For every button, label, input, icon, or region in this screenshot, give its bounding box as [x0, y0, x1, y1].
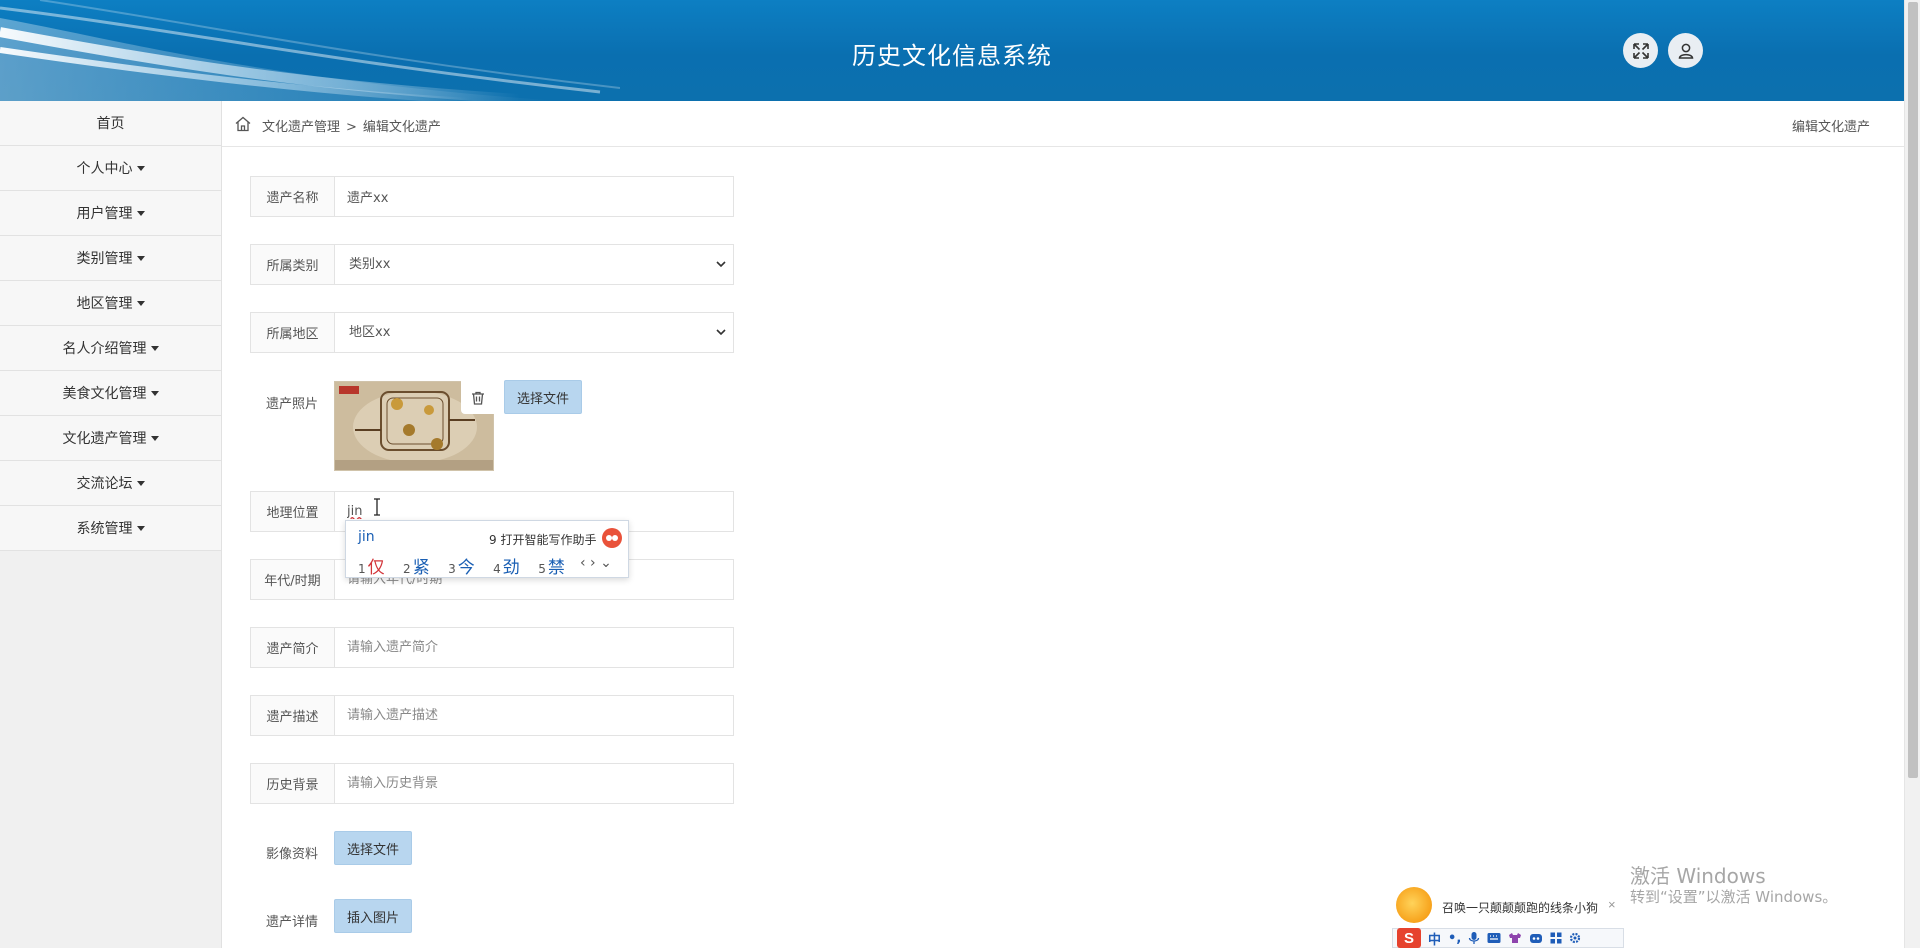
sidebar-item-users[interactable]: 用户管理 [0, 191, 221, 236]
ime-tip-bubble: 召唤一只颠颠颠跑的线条小狗 × [1390, 883, 1620, 931]
ime-mode-toggle[interactable]: 中 [1428, 929, 1441, 948]
field-category: 所属类别 类别xx [250, 244, 734, 285]
sidebar-item-food-culture[interactable]: 美食文化管理 [0, 371, 221, 416]
insert-image-button[interactable]: 插入图片 [334, 899, 413, 933]
keyboard-icon[interactable] [1487, 932, 1501, 944]
ime-candidate[interactable]: 4劲 [493, 558, 520, 578]
ime-candidate[interactable]: 5禁 [538, 558, 565, 578]
assistant-icon[interactable] [602, 528, 622, 548]
choose-media-button[interactable]: 选择文件 [334, 831, 413, 865]
delete-photo-button[interactable] [461, 381, 494, 414]
caret-down-icon [150, 390, 159, 396]
ime-composition: jin [358, 529, 375, 545]
field-region: 所属地区 地区xx [250, 312, 734, 353]
field-label: 所属类别 [251, 245, 335, 284]
ime-candidate[interactable]: 2紧 [403, 558, 430, 578]
sogou-logo-icon[interactable]: S [1397, 928, 1421, 948]
field-label: 遗产名称 [251, 177, 335, 216]
windows-activation-subtitle: 转到“设置”以激活 Windows。 [1630, 888, 1838, 906]
field-label: 地理位置 [251, 492, 335, 531]
breadcrumb-separator: > [346, 120, 357, 135]
trash-icon [471, 391, 484, 405]
field-intro: 遗产简介 [250, 627, 734, 668]
scrollbar-thumb[interactable] [1908, 2, 1918, 778]
caret-down-icon [136, 255, 145, 261]
ime-candidate[interactable]: 1仅 [358, 558, 385, 578]
settings-gear-icon[interactable] [1569, 932, 1581, 944]
ime-writing-assistant[interactable]: 9 打开智能写作助手 [489, 531, 596, 548]
expand-arrows-icon [1632, 42, 1649, 59]
caret-down-icon [136, 300, 145, 306]
sun-mascot-icon [1396, 887, 1432, 923]
caret-down-icon [136, 210, 145, 216]
background-input[interactable] [335, 764, 733, 803]
field-heritage-name: 遗产名称 [250, 176, 734, 217]
field-label: 遗产简介 [251, 628, 335, 667]
heritage-name-input[interactable] [335, 177, 733, 216]
text-cursor-icon [374, 498, 380, 516]
breadcrumb-bar: 文化遗产管理 > 编辑文化遗产 编辑文化遗产 [222, 101, 1904, 147]
caret-down-icon [136, 480, 145, 486]
robot-icon[interactable] [1529, 932, 1543, 944]
fullscreen-button[interactable] [1623, 33, 1658, 68]
ime-candidates: 1仅 2紧 3今 4劲 5禁 [358, 553, 578, 578]
ime-punctuation-toggle[interactable]: •, [1448, 931, 1461, 946]
category-select[interactable]: 类别xx [335, 245, 733, 284]
field-label: 遗产描述 [251, 696, 335, 735]
sidebar-item-categories[interactable]: 类别管理 [0, 236, 221, 281]
grid-icon[interactable] [1550, 932, 1562, 944]
sidebar-item-profile[interactable]: 个人中心 [0, 146, 221, 191]
ime-candidate[interactable]: 3今 [448, 558, 475, 578]
region-select[interactable]: 地区xx [335, 313, 733, 352]
sidebar-item-celebrities[interactable]: 名人介绍管理 [0, 326, 221, 371]
field-description: 遗产描述 [250, 695, 734, 736]
caret-down-icon [150, 345, 159, 351]
page-scrollbar[interactable] [1904, 0, 1920, 948]
caret-down-icon [136, 525, 145, 531]
field-label: 历史背景 [251, 764, 335, 803]
field-label: 所属地区 [251, 313, 335, 352]
media-label: 影像资料 [265, 847, 318, 862]
glasses-icon [606, 535, 618, 541]
field-label: 年代/时期 [251, 560, 335, 599]
ime-candidate-window: jin 9 打开智能写作助手 1仅 2紧 3今 4劲 5禁 ‹ › ⌄ [345, 520, 629, 578]
breadcrumb: 文化遗产管理 > 编辑文化遗产 [262, 116, 441, 135]
home-icon[interactable] [234, 115, 252, 133]
page-title: 编辑文化遗产 [1791, 120, 1870, 135]
sidebar-item-forum[interactable]: 交流论坛 [0, 461, 221, 506]
user-menu-button[interactable] [1668, 33, 1703, 68]
caret-down-icon [150, 435, 159, 441]
breadcrumb-current: 编辑文化遗产 [362, 120, 441, 135]
breadcrumb-parent[interactable]: 文化遗产管理 [262, 120, 340, 135]
app-header: 历史文化信息系统 [0, 0, 1904, 101]
description-input[interactable] [335, 696, 733, 735]
ime-tip-text[interactable]: 召唤一只颠颠颠跑的线条小狗 [1442, 899, 1598, 916]
caret-down-icon [136, 165, 145, 171]
app-title: 历史文化信息系统 [852, 42, 1052, 70]
field-background: 历史背景 [250, 763, 734, 804]
microphone-icon[interactable] [1468, 931, 1480, 945]
windows-activation-title: 激活 Windows [1630, 864, 1766, 888]
close-icon[interactable]: × [1608, 897, 1616, 912]
skin-icon[interactable] [1508, 932, 1522, 944]
sidebar-item-regions[interactable]: 地区管理 [0, 281, 221, 326]
detail-label: 遗产详情 [265, 915, 318, 930]
ime-page-nav[interactable]: ‹ › ⌄ [580, 555, 612, 571]
user-icon [1678, 43, 1693, 59]
photo-label: 遗产照片 [265, 397, 318, 412]
sidebar-item-system[interactable]: 系统管理 [0, 506, 221, 551]
intro-input[interactable] [335, 628, 733, 667]
sidebar: 首页 个人中心 用户管理 类别管理 地区管理 名人介绍管理 美食文化管理 文化遗… [0, 101, 222, 948]
ime-toolbar: S 中 •, [1392, 928, 1624, 948]
choose-photo-button[interactable]: 选择文件 [504, 380, 583, 414]
sidebar-item-heritage[interactable]: 文化遗产管理 [0, 416, 221, 461]
sidebar-item-home[interactable]: 首页 [0, 101, 221, 146]
